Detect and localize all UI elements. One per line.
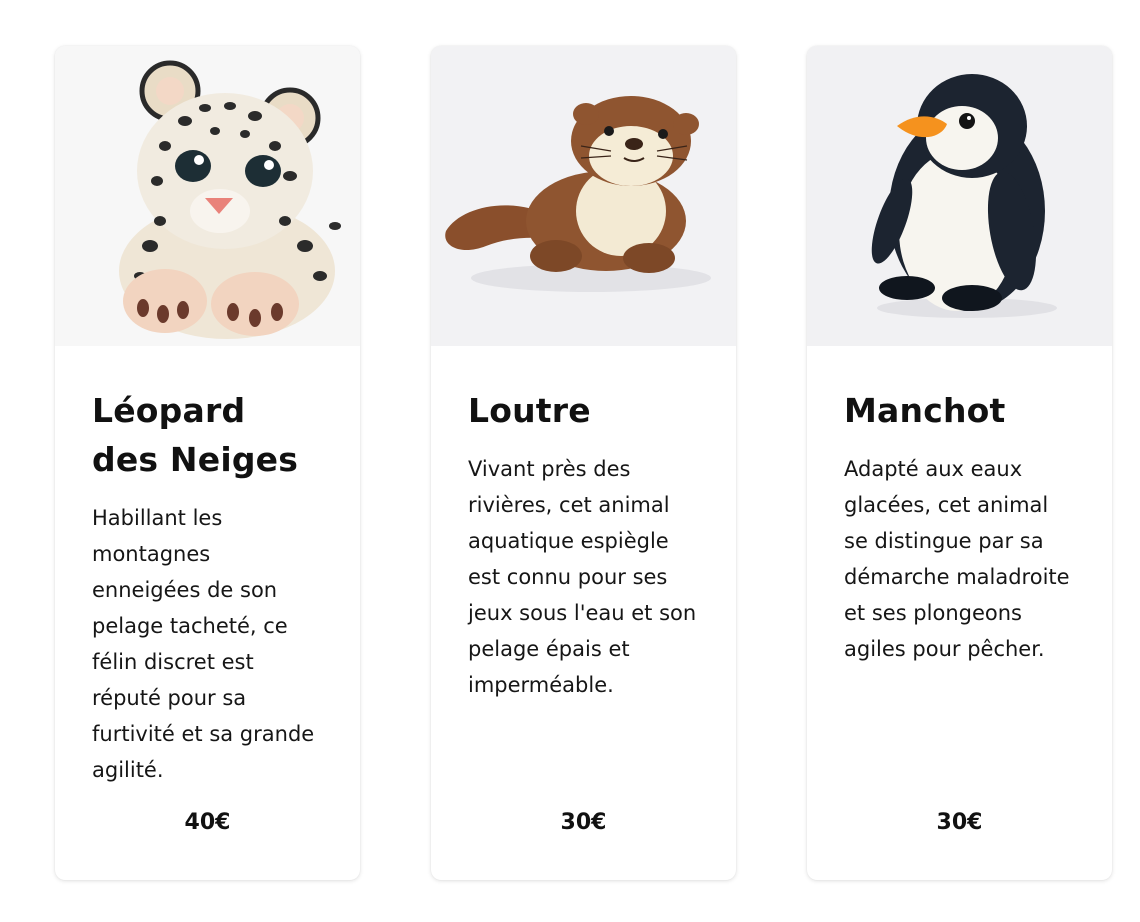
product-description: Habillant les montagnes enneigées de son… [92,506,315,782]
otter-plush-image[interactable] [431,46,736,346]
snow-leopard-plush-image[interactable] [55,46,360,346]
product-description: Vivant près des rivières, cet animal aqu… [468,457,697,697]
product-price: 30€ [936,810,983,835]
product-title: Manchot [844,391,1006,430]
product-price: 40€ [184,810,231,835]
product-grid: Léopard des Neiges Habillant les montagn… [55,46,1112,880]
product-card-penguin[interactable]: Manchot Adapté aux eaux glacées, cet ani… [807,46,1112,880]
product-card-otter[interactable]: Loutre Vivant près des rivières, cet ani… [431,46,736,880]
product-description: Adapté aux eaux glacées, cet animal se d… [844,457,1070,661]
product-card-snow-leopard[interactable]: Léopard des Neiges Habillant les montagn… [55,46,360,880]
product-title: Léopard des Neiges [92,391,299,479]
product-price: 30€ [560,810,607,835]
product-title: Loutre [468,391,591,430]
penguin-plush-image[interactable] [807,46,1112,346]
